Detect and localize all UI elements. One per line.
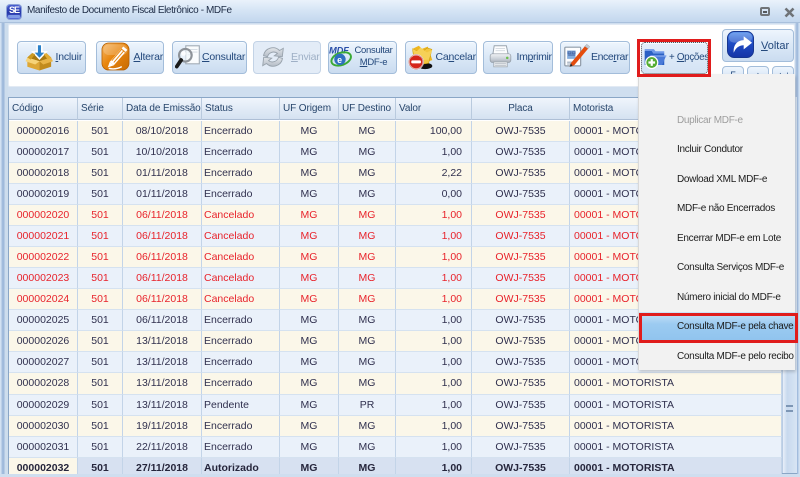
svg-text:e: e: [337, 55, 342, 65]
